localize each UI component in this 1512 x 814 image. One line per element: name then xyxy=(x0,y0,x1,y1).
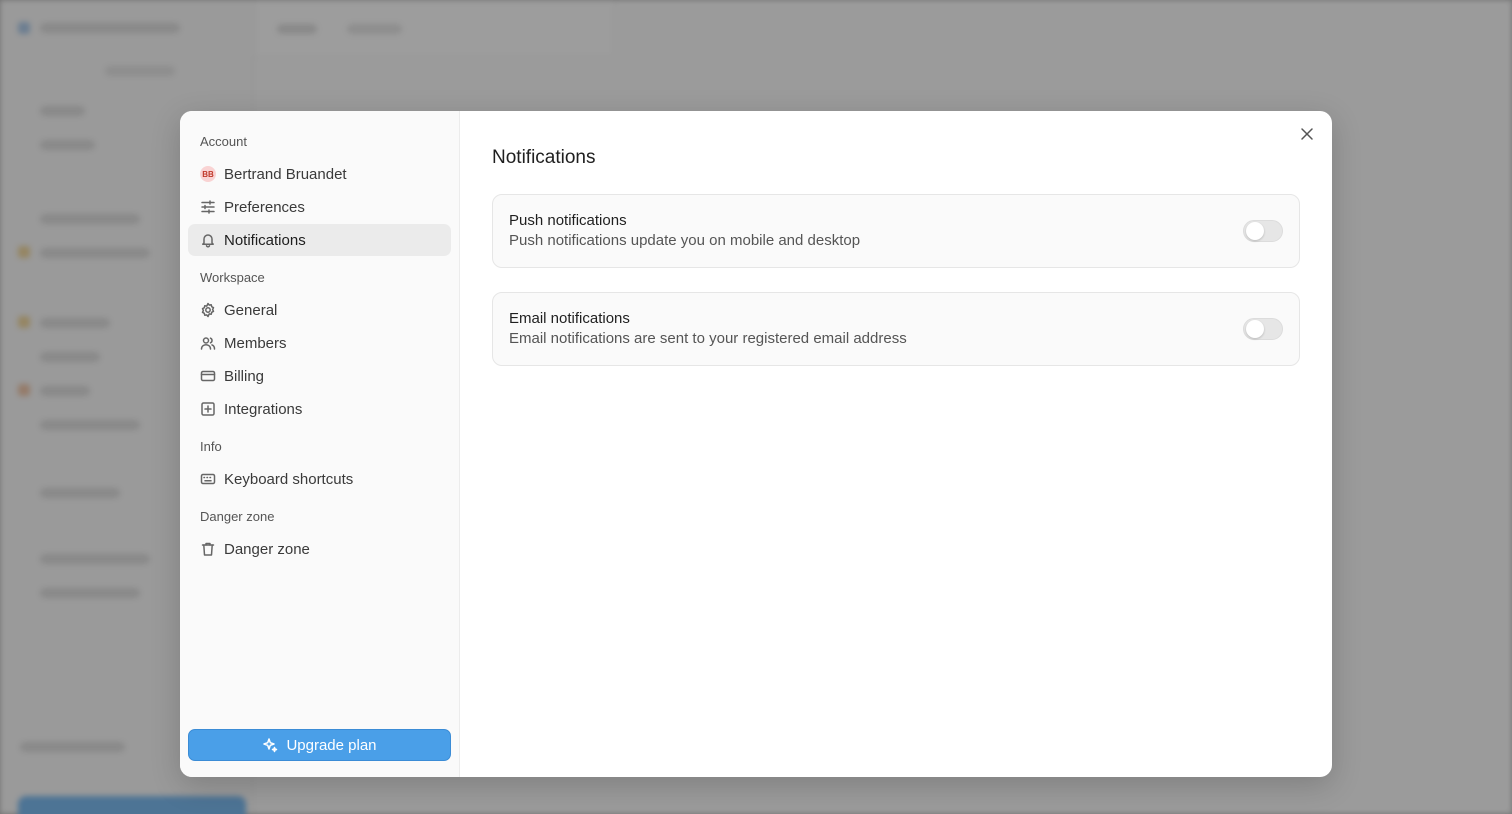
settings-modal: Account BB Bertrand Bruandet Preferences… xyxy=(180,111,1332,777)
setting-description: Push notifications update you on mobile … xyxy=(509,232,861,249)
gear-icon xyxy=(200,302,216,318)
sidebar-item-label: Billing xyxy=(224,367,265,385)
sidebar-item-label: General xyxy=(224,301,278,319)
push-notifications-card: Push notifications Push notifications up… xyxy=(492,194,1300,268)
upgrade-plan-label: Upgrade plan xyxy=(286,736,377,754)
upgrade-plan-button[interactable]: Upgrade plan xyxy=(188,729,451,761)
section-label-account: Account xyxy=(200,134,247,149)
sparkle-icon xyxy=(262,737,278,753)
section-label-info: Info xyxy=(200,439,222,454)
setting-text: Email notifications Email notifications … xyxy=(509,309,907,349)
sidebar-item-keyboard-shortcuts[interactable]: Keyboard shortcuts xyxy=(188,463,451,495)
toggle-knob xyxy=(1246,222,1264,240)
section-label-danger: Danger zone xyxy=(200,509,275,524)
setting-text: Push notifications Push notifications up… xyxy=(509,211,860,251)
settings-content: Notifications Push notifications Push no… xyxy=(460,111,1332,777)
email-notifications-toggle[interactable] xyxy=(1243,318,1283,340)
close-button[interactable] xyxy=(1300,127,1316,143)
push-notifications-toggle[interactable] xyxy=(1243,220,1283,242)
sidebar-item-label: Danger zone xyxy=(224,540,310,558)
users-icon xyxy=(200,335,216,351)
sidebar-item-integrations[interactable]: Integrations xyxy=(188,393,451,425)
page-title: Notifications xyxy=(492,147,596,168)
sidebar-item-members[interactable]: Members xyxy=(188,327,451,359)
sidebar-item-notifications[interactable]: Notifications xyxy=(188,224,451,256)
bell-icon xyxy=(200,232,216,248)
sidebar-item-preferences[interactable]: Preferences xyxy=(188,191,451,223)
sidebar-item-profile[interactable]: BB Bertrand Bruandet xyxy=(188,158,451,190)
settings-sidebar: Account BB Bertrand Bruandet Preferences… xyxy=(180,111,460,777)
setting-description: Email notifications are sent to your reg… xyxy=(509,330,907,347)
credit-card-icon xyxy=(200,368,216,384)
sidebar-item-label: Integrations xyxy=(224,400,303,418)
sidebar-item-label: Preferences xyxy=(224,198,305,216)
close-icon xyxy=(1301,128,1313,140)
avatar: BB xyxy=(200,166,216,182)
sidebar-item-danger-zone[interactable]: Danger zone xyxy=(188,533,451,565)
sidebar-item-label: Bertrand Bruandet xyxy=(224,165,347,183)
sliders-icon xyxy=(200,199,216,215)
sidebar-item-general[interactable]: General xyxy=(188,294,451,326)
sidebar-item-label: Members xyxy=(224,334,287,352)
trash-icon xyxy=(200,541,216,557)
email-notifications-card: Email notifications Email notifications … xyxy=(492,292,1300,366)
sidebar-item-label: Notifications xyxy=(224,231,306,249)
sidebar-item-label: Keyboard shortcuts xyxy=(224,470,354,488)
setting-title: Email notifications xyxy=(509,310,630,327)
toggle-knob xyxy=(1246,320,1264,338)
setting-title: Push notifications xyxy=(509,212,627,229)
plus-square-icon xyxy=(200,401,216,417)
sidebar-item-billing[interactable]: Billing xyxy=(188,360,451,392)
keyboard-icon xyxy=(200,471,216,487)
section-label-workspace: Workspace xyxy=(200,270,265,285)
